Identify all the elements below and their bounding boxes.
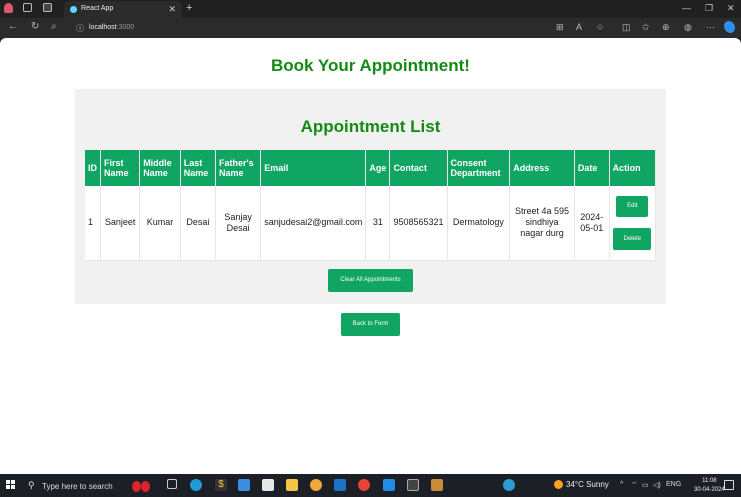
- col-age: Age: [365, 150, 391, 186]
- taskbar-clock[interactable]: 11:08 30-04-2024: [694, 477, 725, 495]
- cell-father-name: Sanjay Desai: [215, 186, 262, 261]
- col-date: Date: [574, 150, 610, 186]
- col-contact: Contact: [389, 150, 448, 186]
- cell-actions: Edit Delete: [609, 186, 657, 261]
- col-last-name: Last Name: [180, 150, 216, 186]
- mail-taskbar-icon[interactable]: [238, 479, 250, 491]
- language-indicator[interactable]: ENG: [666, 481, 681, 488]
- col-address: Address: [509, 150, 575, 186]
- package-taskbar-icon[interactable]: [431, 479, 443, 491]
- address-bar[interactable]: ⓘ localhost:3000: [72, 21, 612, 35]
- volume-icon[interactable]: ◁): [653, 481, 661, 489]
- page-content: Book Your Appointment! Appointment List …: [0, 38, 741, 474]
- col-department: Consent Department: [447, 150, 511, 186]
- chrome-taskbar-icon[interactable]: [310, 479, 322, 491]
- table-row: 1 Sanjeet Kumar Desai Sanjay Desai sanju…: [85, 186, 657, 261]
- col-middle-name: Middle Name: [139, 150, 181, 186]
- browser-titlebar: React App ✕ + — ❐ ✕: [0, 0, 741, 18]
- app-taskbar-icon[interactable]: $: [215, 479, 227, 491]
- new-tab-icon[interactable]: +: [186, 2, 192, 14]
- col-first-name: First Name: [100, 150, 141, 186]
- vscode-taskbar-icon[interactable]: [383, 479, 395, 491]
- appointment-table: ID First Name Middle Name Last Name Fath…: [85, 150, 657, 261]
- taskbar-search[interactable]: ⚲ Type here to search: [24, 476, 124, 495]
- windows-start-icon[interactable]: [6, 480, 16, 490]
- site-info-icon[interactable]: ⓘ: [76, 23, 84, 34]
- store-taskbar-icon[interactable]: [262, 479, 274, 491]
- close-tab-icon[interactable]: ✕: [168, 4, 176, 15]
- read-aloud-icon[interactable]: A: [576, 22, 582, 32]
- cell-age: 31: [365, 186, 391, 261]
- back-arrow-icon[interactable]: ←: [8, 21, 18, 32]
- cell-date: 2024-05-01: [574, 186, 610, 261]
- cell-first-name: Sanjeet: [100, 186, 141, 261]
- favorite-star-icon[interactable]: ☆: [596, 22, 604, 33]
- edit-button[interactable]: Edit: [616, 195, 649, 217]
- task-view-icon[interactable]: [167, 479, 177, 489]
- minimize-icon[interactable]: —: [682, 3, 691, 13]
- word-taskbar-icon[interactable]: [334, 479, 346, 491]
- react-favicon-icon: [70, 6, 77, 13]
- appointment-list-panel: Appointment List ID First Name Middle Na…: [75, 89, 666, 304]
- cell-last-name: Desai: [180, 186, 216, 261]
- tab-react-app[interactable]: React App ✕: [64, 1, 182, 18]
- search-magnifier-icon: ⚲: [28, 480, 35, 490]
- file-explorer-icon[interactable]: [286, 479, 298, 491]
- workspaces-icon[interactable]: [23, 3, 32, 12]
- search-placeholder: Type here to search: [42, 482, 113, 491]
- window-close-icon[interactable]: ✕: [727, 3, 735, 14]
- cell-address: Street 4a 595 sindhiya nagar durg: [509, 186, 575, 261]
- page-title: Book Your Appointment!: [271, 56, 470, 75]
- strawberry-widget-icon[interactable]: [130, 477, 154, 494]
- collections-icon[interactable]: ⊕: [662, 22, 670, 33]
- col-action: Action: [609, 150, 657, 186]
- search-icon[interactable]: ⌕: [51, 21, 57, 32]
- cell-id: 1: [85, 186, 101, 261]
- weather-widget[interactable]: 34°C Sunny: [554, 480, 609, 489]
- more-menu-icon[interactable]: ⋯: [706, 22, 715, 33]
- col-id: ID: [85, 150, 101, 186]
- edge-copilot-icon[interactable]: [724, 21, 735, 33]
- notification-center-icon[interactable]: [724, 480, 734, 490]
- battery-icon[interactable]: ▭: [642, 481, 649, 489]
- cell-department: Dermatology: [447, 186, 511, 261]
- back-to-form-button[interactable]: Back to Form: [341, 313, 400, 336]
- profile-icon[interactable]: [4, 3, 13, 13]
- cell-email: sanjudesai2@gmail.com: [260, 186, 367, 261]
- delete-button[interactable]: Delete: [613, 227, 652, 250]
- network-icon[interactable]: ⌔: [631, 481, 638, 490]
- windows-taskbar: ⚲ Type here to search $ 34°C Sunny ^ ⌔ ▭…: [0, 474, 741, 497]
- favorites-icon[interactable]: ✩: [642, 22, 650, 33]
- copilot-icon[interactable]: ◍: [684, 22, 692, 33]
- browser-toolbar: ← ↻ ⌕ ⓘ localhost:3000 ⊞ A ☆ ◫ ✩ ⊕ ◍ ⋯: [0, 18, 741, 38]
- app-available-icon[interactable]: ⊞: [556, 22, 564, 33]
- clock-date: 30-04-2024: [694, 487, 725, 493]
- terminal-taskbar-icon[interactable]: [407, 479, 419, 491]
- chrome-canary-icon[interactable]: [358, 479, 370, 491]
- show-hidden-icons-icon[interactable]: ^: [620, 481, 623, 488]
- clock-time: 11:08: [702, 478, 717, 484]
- refresh-icon[interactable]: ↻: [31, 21, 39, 32]
- list-heading: Appointment List: [300, 117, 441, 136]
- cell-contact: 9508565321: [389, 186, 448, 261]
- clear-all-button[interactable]: Clear All Appointments: [328, 269, 413, 292]
- tab-actions-icon[interactable]: [43, 3, 52, 12]
- col-father-name: Father's Name: [215, 150, 262, 186]
- tab-title: React App: [81, 5, 114, 12]
- table-header-row: ID First Name Middle Name Last Name Fath…: [85, 150, 657, 186]
- restore-icon[interactable]: ❐: [705, 3, 713, 14]
- cell-middle-name: Kumar: [139, 186, 181, 261]
- col-email: Email: [260, 150, 367, 186]
- edge-taskbar-icon[interactable]: [190, 479, 202, 491]
- address-url: localhost:3000: [89, 24, 135, 31]
- sun-icon: [554, 480, 563, 489]
- split-screen-icon[interactable]: ◫: [622, 22, 631, 33]
- helper-taskbar-icon[interactable]: [503, 479, 515, 491]
